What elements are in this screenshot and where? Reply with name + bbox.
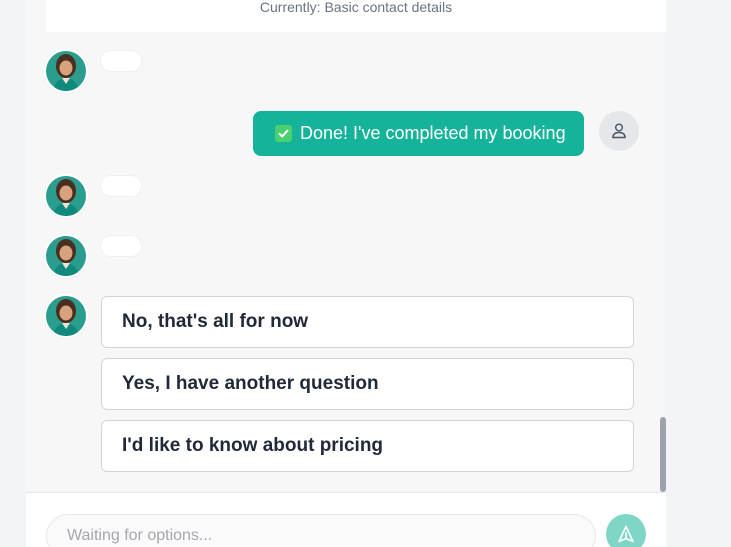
message-composer	[26, 492, 666, 547]
user-message-text: Done! I've completed my booking	[300, 123, 566, 143]
bot-message-bubble	[101, 236, 141, 256]
option-label: No, that's all for now	[122, 311, 309, 332]
user-avatar	[599, 111, 639, 151]
message-input[interactable]	[46, 514, 596, 547]
option-label: Yes, I have another question	[122, 373, 379, 394]
send-button[interactable]	[606, 514, 646, 547]
bot-message-bubble	[101, 176, 141, 196]
bot-avatar	[46, 296, 86, 336]
progress-header: Currently: Basic contact details	[46, 0, 666, 32]
page: Currently: Basic contact details Done! I…	[0, 0, 731, 547]
option-label: I'd like to know about pricing	[122, 435, 384, 456]
bot-message-bubble	[101, 51, 141, 71]
option-button[interactable]: No, that's all for now	[101, 296, 634, 348]
bot-avatar	[46, 51, 86, 91]
option-button[interactable]: Yes, I have another question	[101, 358, 634, 410]
user-message-bubble: Done! I've completed my booking	[253, 111, 584, 156]
bot-avatar	[46, 236, 86, 276]
user-icon	[612, 123, 626, 139]
bot-avatar	[46, 176, 86, 216]
current-step-text: Currently: Basic contact details	[259, 0, 453, 15]
send-icon	[618, 525, 634, 543]
check-box-icon	[275, 125, 292, 142]
chat-panel: Currently: Basic contact details Done! I…	[26, 0, 666, 547]
scrollbar-thumb[interactable]	[660, 417, 666, 492]
option-button[interactable]: I'd like to know about pricing	[101, 420, 634, 472]
